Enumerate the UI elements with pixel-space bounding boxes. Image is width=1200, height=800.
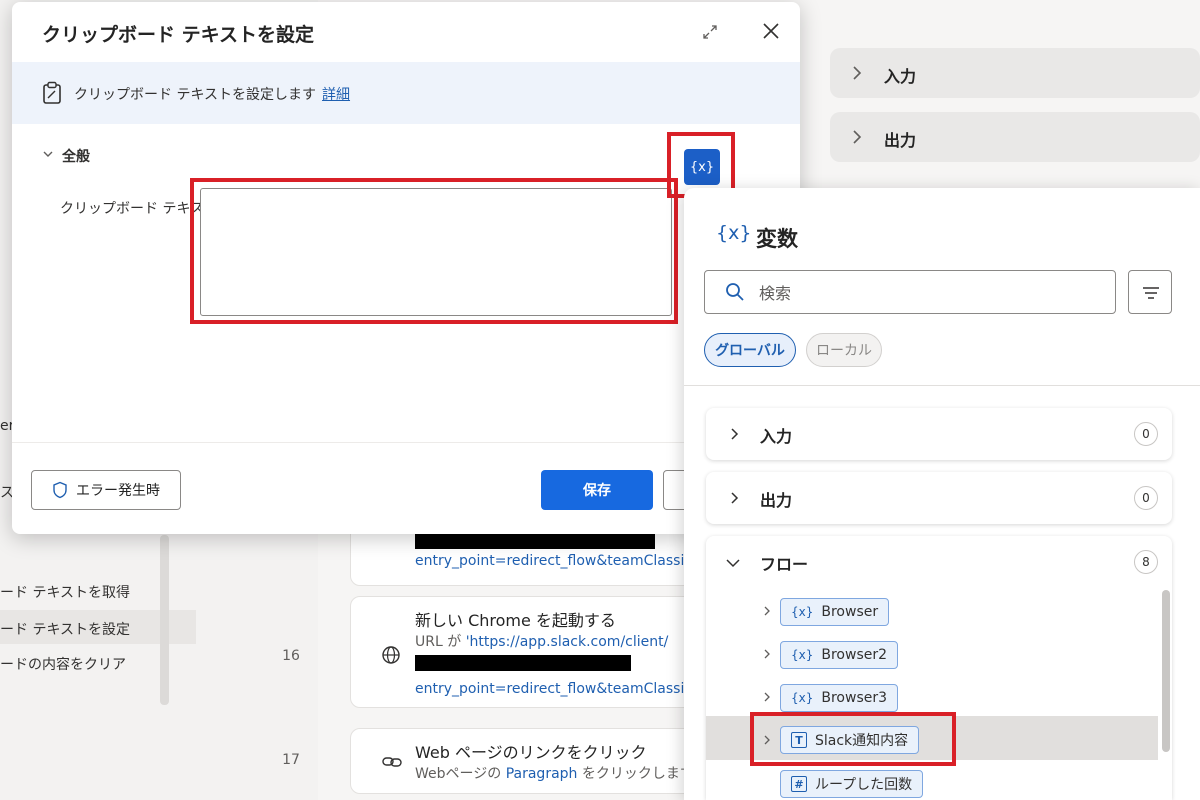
dialog-title: クリップボード テキストを設定	[42, 24, 315, 46]
redacted-block	[415, 655, 631, 671]
variable-type-icon: {x}	[791, 691, 814, 705]
chevron-down-icon[interactable]	[42, 148, 54, 160]
sidebar-item[interactable]: ード テキストを取得	[0, 582, 130, 602]
shield-icon	[53, 481, 67, 499]
sidebar-item[interactable]: ード テキストを設定	[0, 619, 130, 639]
group-label[interactable]: フロー	[760, 551, 808, 575]
info-bar: クリップボード テキストを設定します 詳細	[12, 62, 800, 124]
link-icon	[382, 757, 402, 767]
chevron-right-icon	[853, 66, 862, 80]
background-panel-input[interactable]: 入力	[830, 48, 1200, 98]
group-output[interactable]: 出力 0	[706, 472, 1172, 524]
search-icon	[726, 283, 744, 301]
redacted-block	[415, 533, 655, 549]
clipboard-icon	[43, 81, 61, 104]
section-general[interactable]: 全般	[62, 146, 90, 166]
search-box[interactable]	[704, 270, 1116, 314]
sidebar-scrollbar[interactable]	[160, 535, 169, 705]
group-count-badge: 0	[1134, 422, 1158, 446]
search-input[interactable]	[759, 281, 1099, 305]
highlight-variable-row	[750, 712, 956, 766]
step-title: Web ページのリンクをクリック	[415, 743, 647, 762]
expand-icon[interactable]	[700, 22, 720, 42]
variable-type-icon: {x}	[791, 605, 814, 619]
tab-local[interactable]: ローカル	[806, 333, 882, 367]
step-link-text: entry_point=redirect_flow&teamClassifi	[415, 553, 694, 569]
variable-chip[interactable]: {x} Browser2	[780, 641, 899, 669]
variable-chip[interactable]: {x} Browser3	[780, 684, 899, 712]
chevron-right-icon	[853, 130, 862, 144]
filter-icon	[1143, 287, 1159, 299]
step-subtitle: URL が 'https://app.slack.com/client/	[415, 634, 669, 650]
panel-divider	[684, 385, 1200, 386]
info-text: クリップボード テキストを設定します 詳細	[74, 87, 351, 103]
chevron-right-icon	[731, 492, 739, 504]
highlight-textarea	[190, 178, 678, 324]
variable-icon: {x}	[716, 222, 752, 244]
panel-label: 入力	[884, 67, 917, 86]
variable-chip[interactable]: {x} Browser	[780, 598, 890, 626]
chevron-right-icon	[731, 428, 739, 440]
chevron-right-icon[interactable]	[762, 692, 772, 702]
number-type-icon: #	[791, 776, 807, 792]
details-link[interactable]: 詳細	[322, 87, 350, 103]
group-label: 入力	[760, 427, 793, 446]
group-input[interactable]: 入力 0	[706, 408, 1172, 460]
sidebar-item[interactable]: ードの内容をクリア	[0, 654, 126, 674]
globe-icon	[382, 646, 400, 664]
panel-scrollbar[interactable]	[1162, 590, 1170, 752]
save-button[interactable]: 保存	[541, 470, 653, 510]
group-label: 出力	[760, 491, 793, 510]
step-title: 新しい Chrome を起動する	[415, 611, 616, 630]
on-error-button[interactable]: エラー発生時	[31, 470, 181, 510]
step-number: 16	[282, 648, 300, 664]
chevron-right-icon[interactable]	[762, 649, 772, 659]
panel-title: 変数	[756, 227, 798, 251]
chevron-right-icon[interactable]	[762, 606, 772, 616]
variables-panel: {x} 変数 グローバル ローカル 入力 0 出力 0 フロー 8 {x	[684, 188, 1200, 800]
footer-divider	[12, 442, 800, 443]
panel-label: 出力	[884, 131, 917, 150]
filter-button[interactable]	[1128, 270, 1172, 314]
group-count-badge: 0	[1134, 486, 1158, 510]
tab-global[interactable]: グローバル	[704, 333, 796, 367]
step-subtitle: Webページの Paragraph をクリックします	[415, 766, 694, 782]
background-panel-output[interactable]: 出力	[830, 112, 1200, 162]
chevron-down-icon[interactable]	[726, 556, 740, 570]
step-number: 17	[282, 752, 300, 768]
step-link-text: entry_point=redirect_flow&teamClassifi	[415, 681, 694, 697]
set-clipboard-dialog: クリップボード テキストを設定 クリップボード テキストを設定します 詳細 全般 …	[12, 2, 800, 534]
variable-type-icon: {x}	[791, 648, 814, 662]
group-count-badge: 8	[1134, 550, 1158, 574]
close-icon[interactable]	[760, 20, 782, 42]
variable-chip[interactable]: # ループした回数	[780, 770, 924, 798]
